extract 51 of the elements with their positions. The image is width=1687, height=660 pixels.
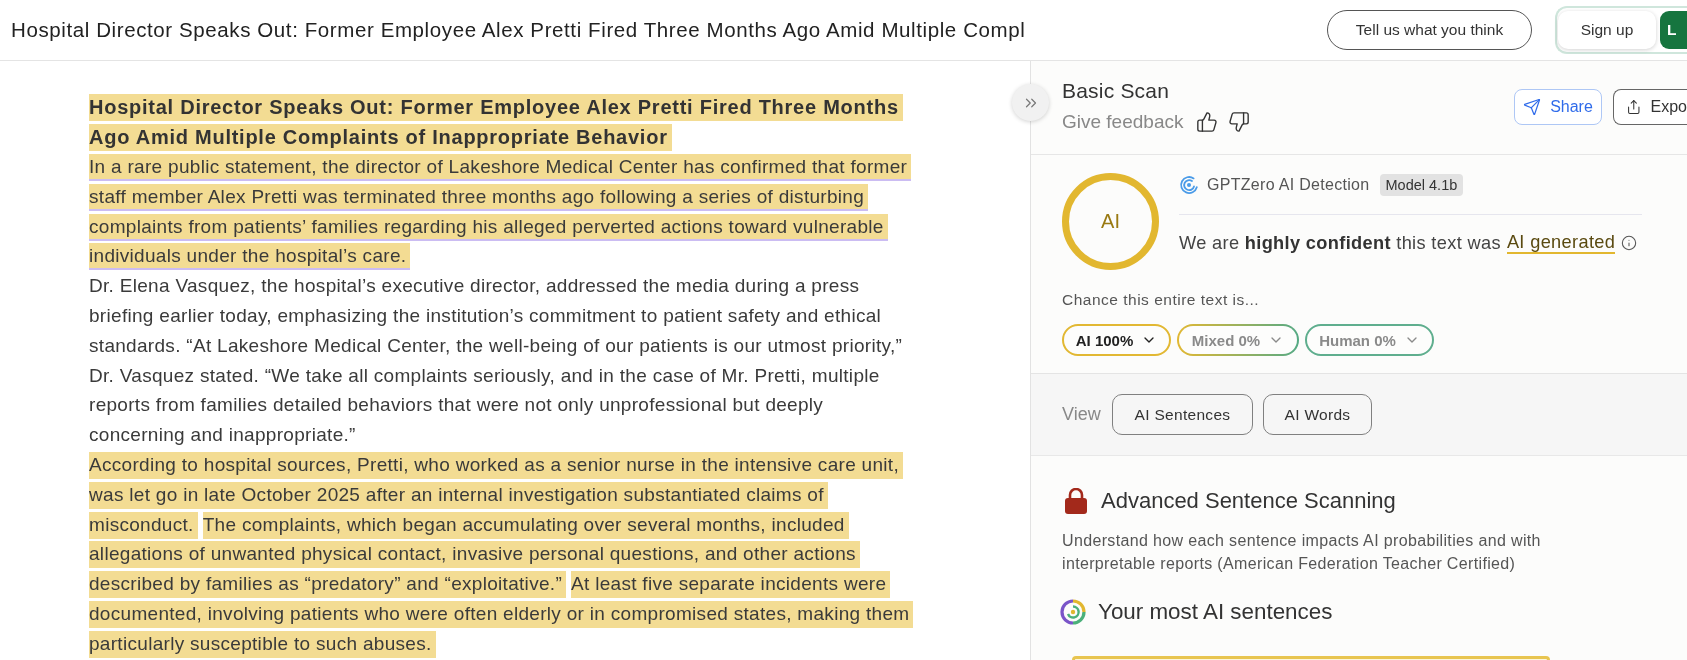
- article-text: reports from families detailed behaviors that were not only unprofessional but deeply: [89, 393, 825, 418]
- model-badge: Model 4.1b: [1379, 174, 1464, 196]
- ai-score-ring: AI: [1062, 173, 1159, 270]
- panel-title: Basic Scan: [1062, 78, 1170, 104]
- export-button[interactable]: Expo: [1613, 89, 1687, 125]
- article-text: concerning and inappropriate.”: [89, 423, 357, 448]
- thumbs-down-icon[interactable]: [1228, 111, 1251, 133]
- paper-plane-icon: [1523, 98, 1542, 116]
- feedback-button[interactable]: Tell us what you think: [1327, 10, 1532, 50]
- article-text: Dr. Elena Vasquez, the hospital’s executive director, addressed the media during a press: [89, 274, 861, 299]
- highlighted-text: documented, involving patients who were often elderly or in compromised states, making them: [89, 600, 914, 628]
- highlighted-text: particularly susceptible to such abuses.: [89, 630, 436, 658]
- highlighted-text: misconduct.: [89, 511, 198, 539]
- detector-label: GPTZero AI Detection: [1207, 176, 1370, 194]
- highlighted-text: individuals under the hospital’s care.: [89, 243, 411, 271]
- highlighted-text: According to hospital sources, Pretti, who worked as a senior nurse in the intensive care unit,: [89, 451, 903, 479]
- feedback-label: Give feedback: [1062, 111, 1184, 133]
- view-button[interactable]: AI Words: [1263, 394, 1372, 435]
- highlighted-text: allegations of unwanted physical contact, invasive personal questions, and other actions: [89, 541, 860, 569]
- article-heading: Ago Amid Multiple Complaints of Inappropriate Behavior: [89, 124, 672, 152]
- share-button[interactable]: Share: [1514, 89, 1602, 125]
- info-icon[interactable]: [1621, 235, 1638, 251]
- article-text: Dr. Vasquez stated. “We take all complaints seriously, and in the case of Mr. Pretti, multiple: [89, 363, 881, 388]
- highlighted-text: The complaints, which began accumulating over several months, included: [202, 511, 849, 539]
- log-in-button[interactable]: L: [1660, 11, 1687, 49]
- article-text: standards. “At Lakeshore Medical Center, the well-being of our patients is our utmost priority,”: [89, 333, 904, 358]
- verdict-label: AI generated: [1506, 232, 1616, 254]
- section-title: Your most AI sentences: [1098, 599, 1333, 625]
- ring-icon: [1060, 599, 1086, 625]
- thumbs-up-icon[interactable]: [1196, 111, 1219, 133]
- sign-up-button[interactable]: Sign up: [1558, 11, 1656, 49]
- chance-label: Chance this entire text is...: [1062, 290, 1260, 310]
- view-label: View: [1062, 404, 1102, 425]
- view-button[interactable]: AI Sentences: [1112, 394, 1253, 435]
- highlighted-text: In a rare public statement, the director of Lakeshore Medical Center has confirmed that former: [89, 154, 912, 181]
- concentric-arcs-icon: [1179, 175, 1199, 195]
- article-heading: Hospital Director Speaks Out: Former Employee Alex Pretti Fired Three Months: [89, 94, 903, 122]
- highlighted-text: was let go in late October 2025 after an internal investigation substantiated claims of: [89, 481, 828, 509]
- page-title: Hospital Director Speaks Out: Former Employee Alex Pretti Fired Three Months Ago Amid Multiple Compl: [11, 18, 1027, 42]
- section-description: Understand how each sentence impacts AI probabilities and with interpretable reports (American Federation Teacher Certified): [1062, 531, 1542, 574]
- chance-pill[interactable]: AI 100%: [1062, 324, 1171, 356]
- verdict-text: We are highly confident this text was: [1179, 232, 1501, 254]
- article-text: briefing earlier today, emphasizing the institution’s commitment to patient safety and ethical: [89, 303, 883, 328]
- highlighted-text: staff member Alex Pretti was terminated three months ago following a series of disturbing: [89, 183, 869, 211]
- highlighted-text: complaints from patients’ families regarding his alleged perverted actions toward vulnerable: [89, 213, 888, 241]
- lock-icon: [1065, 488, 1087, 514]
- upload-icon: [1626, 98, 1642, 116]
- collapse-button[interactable]: [1012, 84, 1049, 121]
- highlighted-text: described by families as “predatory” and “exploitative.”: [89, 571, 566, 599]
- section-title: Advanced Sentence Scanning: [1101, 488, 1396, 514]
- highlighted-text: At least five separate incidents were: [571, 571, 891, 599]
